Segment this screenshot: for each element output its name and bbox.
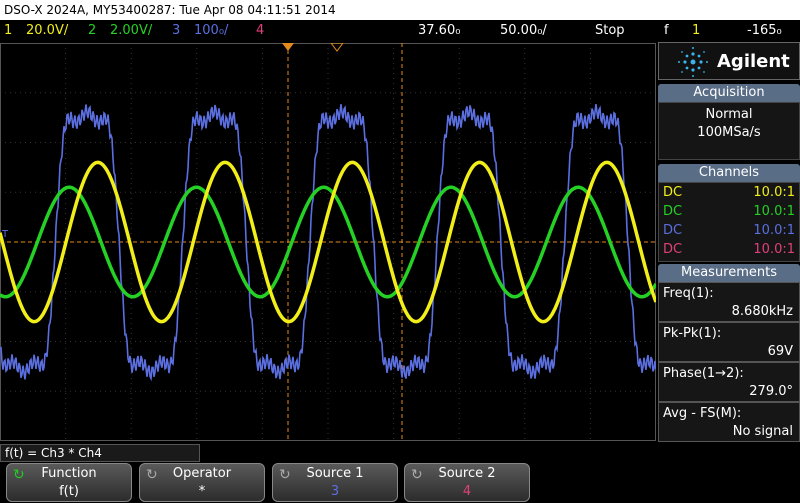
ground-marker[interactable]: T xyxy=(1,229,9,240)
measurement-freq[interactable]: Freq(1): 8.680kHz xyxy=(658,282,800,322)
acquisition-header: Acquisition xyxy=(658,84,800,102)
sample-rate: 100MSa/s xyxy=(697,125,761,140)
waveform-display[interactable]: T xyxy=(0,43,656,441)
delay[interactable]: 50.00₀/ xyxy=(500,20,547,42)
trigger-level[interactable]: -165₀ xyxy=(747,20,782,42)
ch2-number[interactable]: 2 xyxy=(88,20,96,42)
ch1-scale[interactable]: 20.0V/ xyxy=(26,20,68,42)
run-state[interactable]: Stop xyxy=(595,20,625,42)
ch1-number[interactable]: 1 xyxy=(4,20,12,42)
softkey-bar: ↻ Function f(t) ↻ Operator * ↻ Source 1 … xyxy=(0,462,800,503)
channel-row-2: DC 10.0:1 xyxy=(663,204,795,219)
brand-name: Agilent xyxy=(717,51,790,72)
channel-row-3: DC 10.0:1 xyxy=(663,223,795,238)
agilent-logo: Agilent xyxy=(658,42,800,80)
timebase[interactable]: 37.60₀ xyxy=(418,20,460,42)
softkey-source-1[interactable]: ↻ Source 1 3 xyxy=(272,463,398,502)
softkey-operator[interactable]: ↻ Operator * xyxy=(139,463,265,502)
side-panel: Agilent Acquisition Normal 100MSa/s Chan… xyxy=(658,42,800,442)
trigger-channel[interactable]: 1 xyxy=(692,20,700,42)
measurement-avg-fs[interactable]: Avg - FS(M): No signal xyxy=(658,402,800,442)
title-bar: DSO-X 2024A, MY53400287: Tue Apr 08 04:1… xyxy=(0,0,800,20)
channel-row-1: DC 10.0:1 xyxy=(663,185,795,200)
trigger-icon: f xyxy=(664,23,669,38)
softkey-source-2[interactable]: ↻ Source 2 4 xyxy=(404,463,530,502)
acquisition-box[interactable]: Normal 100MSa/s xyxy=(658,102,800,160)
measurement-pkpk[interactable]: Pk-Pk(1): 69V xyxy=(658,322,800,362)
ch3-scale[interactable]: 100₀/ xyxy=(194,20,228,42)
status-bar: 1 20.0V/ 2 2.00V/ 3 100₀/ 4 37.60₀ 50.00… xyxy=(0,20,800,42)
function-expression: f(t) = Ch3 * Ch4 xyxy=(0,444,200,462)
softkey-function[interactable]: ↻ Function f(t) xyxy=(6,463,132,502)
spark-icon xyxy=(678,47,708,77)
measurements-header: Measurements xyxy=(658,264,800,282)
ch3-number[interactable]: 3 xyxy=(172,20,180,42)
channels-header: Channels xyxy=(658,164,800,182)
measurement-phase[interactable]: Phase(1→2): 279.0° xyxy=(658,362,800,402)
acquisition-mode: Normal xyxy=(705,107,753,122)
ch4-number[interactable]: 4 xyxy=(256,20,264,42)
channels-box[interactable]: DC 10.0:1 DC 10.0:1 DC 10.0:1 DC 10.0:1 xyxy=(658,182,800,262)
ch2-scale[interactable]: 2.00V/ xyxy=(110,20,152,42)
channel-row-4: DC 10.0:1 xyxy=(663,242,795,257)
